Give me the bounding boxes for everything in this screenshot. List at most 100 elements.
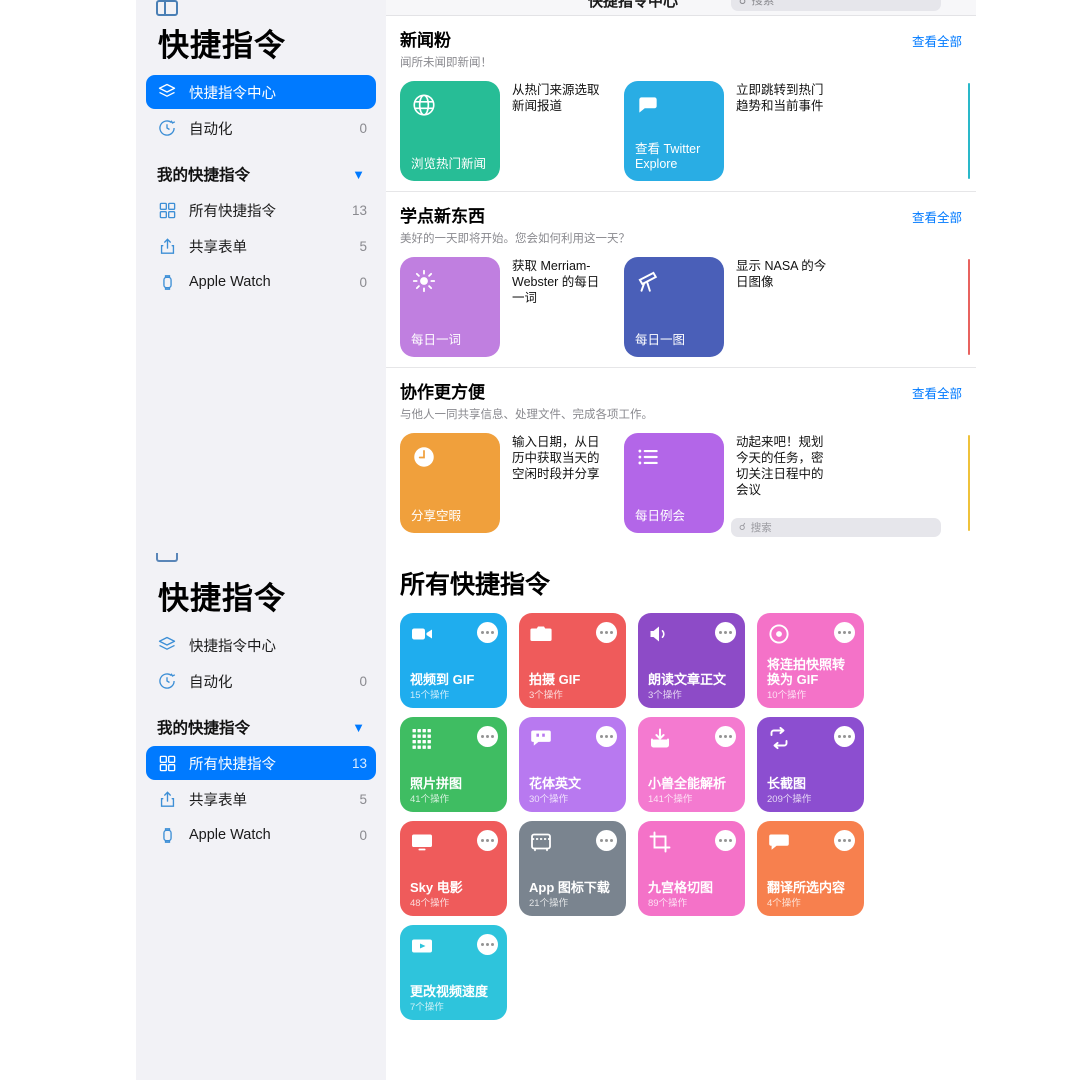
chevron-down-icon[interactable]: ▼ — [352, 720, 365, 735]
gallery-card-desc: 输入日期，从日历中获取当天的空闲时段并分享 — [512, 435, 600, 481]
sidebar-item-all-shortcuts[interactable]: 所有快捷指令 13 — [146, 746, 376, 780]
shortcut-card[interactable]: 朗读文章正文 3个操作 — [638, 613, 745, 708]
sidebar-item-shared-sheets[interactable]: 共享表单 5 — [146, 782, 376, 816]
shortcut-card[interactable]: 九宫格切图 89个操作 — [638, 821, 745, 916]
sidebar-item-gallery[interactable]: 快捷指令中心 — [146, 628, 376, 662]
see-all-link[interactable]: 查看全部 — [912, 207, 962, 226]
ellipsis-icon[interactable] — [477, 622, 498, 643]
sidebar-toggle-row[interactable] — [136, 0, 386, 18]
sidebar-item-count: 0 — [359, 673, 367, 689]
shortcuts-gallery-icon — [155, 81, 179, 103]
download-tray-icon — [648, 726, 672, 750]
shortcut-card[interactable]: 拍摄 GIF 3个操作 — [519, 613, 626, 708]
sidebar-item-apple-watch[interactable]: Apple Watch 0 — [146, 265, 376, 299]
sidebar-item-count: 0 — [359, 274, 367, 290]
shortcut-card-title: 更改视频速度 — [410, 984, 489, 999]
gallery-item[interactable]: 查看 Twitter Explore 立即跳转到热门趋势和当前事件 — [624, 81, 828, 181]
search-placeholder: 搜索 — [751, 0, 775, 7]
ellipsis-icon[interactable] — [596, 726, 617, 747]
shortcut-card-title: 小兽全能解析 — [648, 776, 727, 791]
section-title: 协作更方便 — [400, 383, 485, 402]
shortcut-card-title: App 图标下载 — [529, 880, 610, 895]
sidebar-group-header[interactable]: 我的快捷指令 ▼ — [136, 700, 386, 744]
shortcut-card[interactable]: 视频到 GIF 15个操作 — [400, 613, 507, 708]
shortcut-card-action-count: 48个操作 — [410, 898, 450, 909]
shortcuts-gallery-icon — [155, 634, 179, 656]
sidebar-toggle-icon[interactable] — [156, 0, 178, 16]
automation-clock-icon — [155, 670, 179, 692]
gallery-card[interactable]: 查看 Twitter Explore — [624, 81, 724, 181]
globe-icon — [411, 92, 437, 118]
grid-squares-icon — [155, 752, 179, 774]
gallery-card[interactable]: 每日一图 — [624, 257, 724, 357]
shortcut-card[interactable]: 照片拼图 41个操作 — [400, 717, 507, 812]
sidebar-item-label: Apple Watch — [189, 274, 271, 290]
shortcut-card[interactable]: 将连拍快照转换为 GIF 10个操作 — [757, 613, 864, 708]
search-icon: ☌ — [739, 0, 747, 7]
list-bullet-icon — [635, 444, 661, 470]
gallery-card-desc: 显示 NASA 的今日图像 — [736, 259, 827, 289]
shortcut-card-title: 翻译所选内容 — [767, 880, 846, 895]
see-all-link[interactable]: 查看全部 — [912, 383, 962, 402]
sidebar-item-all-shortcuts[interactable]: 所有快捷指令 13 — [146, 193, 376, 227]
sidebar-item-automation[interactable]: 自动化 0 — [146, 664, 376, 698]
gallery-card-desc: 获取 Merriam-Webster 的每日一词 — [512, 259, 600, 305]
search-input[interactable]: ☌ 搜索 — [731, 0, 941, 11]
sidebar-item-label: 所有快捷指令 — [189, 203, 276, 220]
shortcut-card[interactable]: Sky 电影 48个操作 — [400, 821, 507, 916]
shortcut-card[interactable]: 花体英文 30个操作 — [519, 717, 626, 812]
ellipsis-icon[interactable] — [477, 934, 498, 955]
shortcut-card-title: Sky 电影 — [410, 880, 463, 895]
app-root: 快捷指令 快捷指令中心 自动化 0 我的快捷指令 ▼ 所有快捷指令 13 共享表… — [0, 0, 1080, 1080]
sidebar-group-header[interactable]: 我的快捷指令 ▼ — [136, 147, 386, 191]
chevron-down-icon[interactable]: ▼ — [352, 167, 365, 182]
shortcut-grid: 视频到 GIF 15个操作 拍摄 GIF 3个操作 朗读文章正文 3个操作 将连拍快照转换为… — [386, 601, 976, 1020]
see-all-link[interactable]: 查看全部 — [912, 31, 962, 50]
ellipsis-icon[interactable] — [596, 622, 617, 643]
ellipsis-icon[interactable] — [715, 830, 736, 851]
gallery-card[interactable]: 分享空暇 — [400, 433, 500, 533]
gallery-item[interactable]: 每日一词 获取 Merriam-Webster 的每日一词 — [400, 257, 604, 357]
ellipsis-icon[interactable] — [834, 830, 855, 851]
section-subtitle: 与他人一同共享信息、处理文件、完成各项工作。 — [400, 409, 653, 421]
sidebar-toggle-icon[interactable] — [156, 553, 178, 562]
ellipsis-icon[interactable] — [477, 726, 498, 747]
gallery-section-collaborate: 协作更方便 查看全部 与他人一同共享信息、处理文件、完成各项工作。 分享空暇 输… — [386, 367, 976, 533]
ellipsis-icon[interactable] — [834, 726, 855, 747]
shortcut-card-action-count: 209个操作 — [767, 794, 812, 805]
gallery-card[interactable]: 每日例会 — [624, 433, 724, 533]
shortcut-card-title: 照片拼图 — [410, 776, 463, 791]
seam-search-input[interactable]: ☌ 搜索 — [731, 518, 941, 537]
sidebar-item-shared-sheets[interactable]: 共享表单 5 — [146, 229, 376, 263]
ellipsis-icon[interactable] — [715, 726, 736, 747]
ellipsis-icon[interactable] — [477, 830, 498, 851]
sidebar-toggle-row[interactable] — [136, 553, 386, 571]
gallery-item[interactable]: 浏览热门新闻 从热门来源选取新闻报道 — [400, 81, 604, 181]
gallery-next-card-edge — [968, 435, 970, 531]
shortcut-card[interactable]: 小兽全能解析 141个操作 — [638, 717, 745, 812]
shortcut-card[interactable]: 翻译所选内容 4个操作 — [757, 821, 864, 916]
sidebar-top: 快捷指令 快捷指令中心 自动化 0 我的快捷指令 ▼ 所有快捷指令 13 共享表… — [136, 0, 386, 553]
gallery-item[interactable]: 分享空暇 输入日期，从日历中获取当天的空闲时段并分享 — [400, 433, 604, 533]
sidebar-item-gallery[interactable]: 快捷指令中心 — [146, 75, 376, 109]
shortcut-card-action-count: 3个操作 — [648, 690, 682, 701]
apple-watch-icon — [155, 271, 179, 293]
shortcut-card[interactable]: 长截图 209个操作 — [757, 717, 864, 812]
gallery-item[interactable]: 每日一图 显示 NASA 的今日图像 — [624, 257, 828, 357]
sidebar-item-apple-watch[interactable]: Apple Watch 0 — [146, 818, 376, 852]
shortcut-card[interactable]: 更改视频速度 7个操作 — [400, 925, 507, 1020]
sidebar-item-label: 快捷指令中心 — [189, 638, 276, 655]
gallery-card[interactable]: 浏览热门新闻 — [400, 81, 500, 181]
sidebar-item-automation[interactable]: 自动化 0 — [146, 111, 376, 145]
gallery-card-row: 每日一词 获取 Merriam-Webster 的每日一词 每日一图 显示 NA… — [400, 257, 970, 357]
ellipsis-icon[interactable] — [596, 830, 617, 851]
section-subtitle: 美好的一天即将开始。您会如何利用这一天？ — [400, 233, 630, 245]
library-content: 所有快捷指令 视频到 GIF 15个操作 拍摄 GIF 3个操作 朗读文章正文 3个操作 将… — [386, 553, 976, 1080]
shortcut-card[interactable]: App 图标下载 21个操作 — [519, 821, 626, 916]
ellipsis-icon[interactable] — [715, 622, 736, 643]
shortcut-card-action-count: 10个操作 — [767, 690, 807, 701]
ellipsis-icon[interactable] — [834, 622, 855, 643]
shortcut-card-action-count: 41个操作 — [410, 794, 450, 805]
gallery-card[interactable]: 每日一词 — [400, 257, 500, 357]
shortcut-card-title: 长截图 — [767, 776, 807, 791]
